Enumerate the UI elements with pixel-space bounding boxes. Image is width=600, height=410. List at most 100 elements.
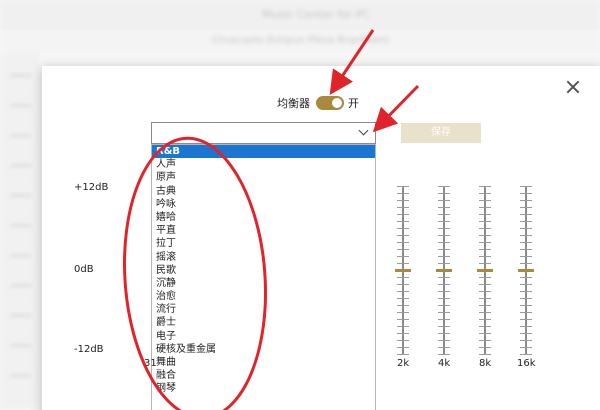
chevron-down-icon <box>358 125 369 136</box>
background-title: Music Center for PC <box>262 8 371 21</box>
preset-option[interactable]: 沉静 <box>152 277 375 290</box>
slider-tick <box>479 340 491 341</box>
slider-tick <box>438 214 450 215</box>
slider-knob[interactable] <box>477 268 493 272</box>
slider-tick <box>520 242 532 243</box>
slider-knob[interactable] <box>436 268 452 272</box>
background-sidebar-line <box>10 74 32 77</box>
slider-tick <box>438 333 450 334</box>
slider-tick <box>438 340 450 341</box>
preset-option[interactable]: 摇滚 <box>152 251 375 264</box>
preset-option[interactable]: 吟咏 <box>152 198 375 211</box>
db-label-mid: 0dB <box>74 264 94 275</box>
slider-tick <box>397 284 409 285</box>
slider-tick <box>520 298 532 299</box>
slider-tick <box>479 207 491 208</box>
slider-tick <box>520 263 532 264</box>
slider-tick <box>438 298 450 299</box>
preset-option[interactable]: 舞曲 <box>152 356 375 369</box>
db-label-top: +12dB <box>74 182 109 193</box>
slider-tick <box>520 277 532 278</box>
preset-option[interactable]: 电子 <box>152 330 375 343</box>
slider-tick <box>438 242 450 243</box>
background-sidebar-line <box>10 344 32 347</box>
db-label-bottom: -12dB <box>74 344 104 355</box>
background-sidebar-line <box>10 194 32 197</box>
toggle-knob <box>332 98 342 108</box>
slider-tick <box>520 256 532 257</box>
eq-slider[interactable] <box>395 186 411 355</box>
slider-tick <box>520 347 532 348</box>
preset-option[interactable]: 硬核及重金属 <box>152 343 375 356</box>
slider-tick <box>520 193 532 194</box>
close-icon[interactable] <box>564 78 582 96</box>
slider-tick <box>397 221 409 222</box>
freq-label: 4k <box>438 358 451 369</box>
slider-tick <box>438 200 450 201</box>
slider-tick <box>520 249 532 250</box>
slider-tick <box>520 200 532 201</box>
freq-label: 16k <box>517 358 536 369</box>
slider-tick <box>438 326 450 327</box>
preset-option[interactable]: 古典 <box>152 185 375 198</box>
preset-option[interactable]: 嬉哈 <box>152 211 375 224</box>
slider-tick <box>397 354 409 355</box>
slider-tick <box>479 284 491 285</box>
slider-tick <box>397 347 409 348</box>
preset-option[interactable]: 爵士 <box>152 316 375 329</box>
background-sidebar-line <box>10 164 32 167</box>
slider-tick <box>438 221 450 222</box>
slider-tick <box>520 326 532 327</box>
background-subtitle: Chuscasto Entipus Pikna Branfioero <box>212 35 390 46</box>
slider-tick <box>397 291 409 292</box>
slider-tick <box>438 193 450 194</box>
slider-tick <box>479 249 491 250</box>
background-sidebar-line <box>10 314 32 317</box>
slider-tick <box>397 256 409 257</box>
slider-tick <box>479 305 491 306</box>
slider-tick <box>479 263 491 264</box>
slider-tick <box>520 207 532 208</box>
preset-option[interactable]: 融合 <box>152 369 375 382</box>
slider-tick <box>397 200 409 201</box>
preset-option[interactable]: 流行 <box>152 303 375 316</box>
eq-slider[interactable] <box>518 186 534 355</box>
slider-tick <box>438 186 450 187</box>
preset-option[interactable]: 平直 <box>152 224 375 237</box>
slider-tick <box>479 291 491 292</box>
preset-option[interactable]: 民歌 <box>152 264 375 277</box>
slider-knob[interactable] <box>395 268 411 272</box>
slider-tick <box>397 319 409 320</box>
preset-option[interactable]: 原声 <box>152 171 375 184</box>
equalizer-toggle-row: 均衡器 开 <box>277 94 359 112</box>
slider-tick <box>520 354 532 355</box>
slider-tick <box>438 207 450 208</box>
slider-tick <box>479 319 491 320</box>
slider-tick <box>479 221 491 222</box>
freq-label-partial: 31 <box>144 358 157 369</box>
preset-option[interactable]: R&B <box>152 145 375 159</box>
slider-tick <box>520 235 532 236</box>
preset-select[interactable] <box>151 122 376 144</box>
preset-option[interactable]: 人声 <box>152 158 375 171</box>
save-button[interactable]: 保存 <box>401 123 481 143</box>
preset-option[interactable]: 拉丁 <box>152 237 375 250</box>
slider-tick <box>520 333 532 334</box>
equalizer-toggle[interactable] <box>316 96 344 110</box>
slider-tick <box>397 228 409 229</box>
slider-tick <box>397 277 409 278</box>
preset-option[interactable]: 治愈 <box>152 290 375 303</box>
preset-dropdown-list: R&B 人声 原声 古典 吟咏 嬉哈 平直 拉丁 摇滚 民歌 沉静 治愈 流行 爵士 电子 硬核及重金属 舞曲融… <box>151 144 376 410</box>
toggle-state-label: 开 <box>348 97 359 110</box>
slider-tick <box>479 298 491 299</box>
eq-slider[interactable] <box>436 186 452 355</box>
slider-tick <box>397 305 409 306</box>
slider-tick <box>438 354 450 355</box>
preset-option[interactable]: 钢琴 <box>152 382 375 395</box>
background-sidebar-line <box>10 134 32 137</box>
freq-label: 8k <box>479 358 492 369</box>
eq-slider[interactable] <box>477 186 493 355</box>
equalizer-label: 均衡器 <box>277 97 310 110</box>
background-sidebar-line <box>10 284 32 287</box>
slider-knob[interactable] <box>518 268 534 272</box>
